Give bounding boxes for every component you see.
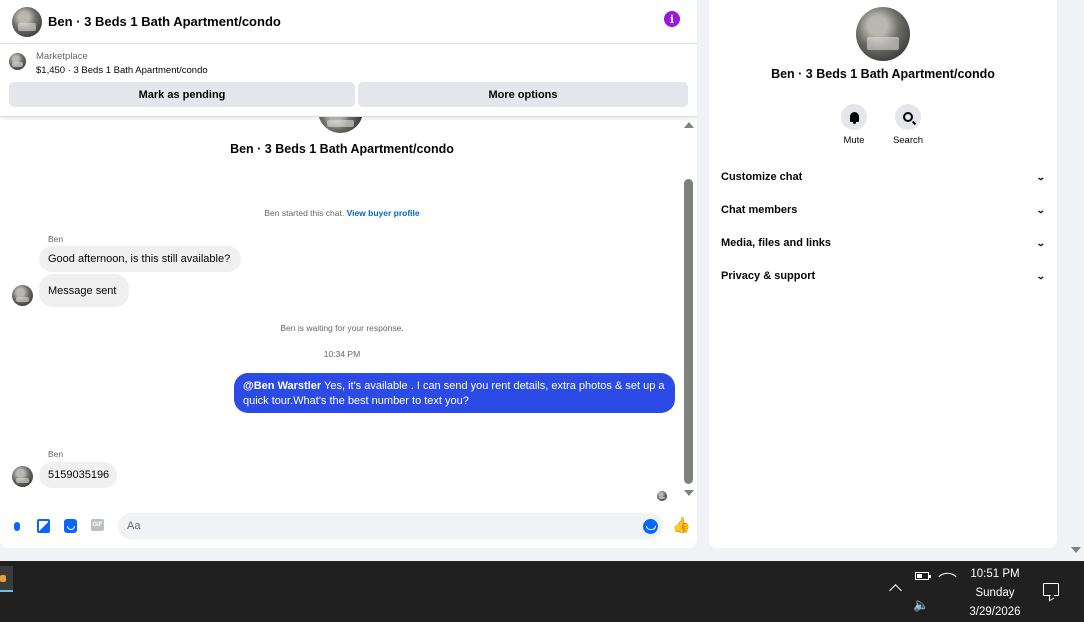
sticker-icon[interactable] bbox=[64, 519, 77, 533]
clock-day: Sunday bbox=[975, 587, 1015, 599]
message-timestamp: 10:34 PM bbox=[323, 349, 361, 359]
volume-icon[interactable]: 🔈 bbox=[913, 597, 929, 613]
show-hidden-icons-icon[interactable] bbox=[889, 584, 902, 597]
seen-receipt-avatar bbox=[657, 491, 667, 501]
section-chat-members[interactable]: Chat members ⌄ bbox=[721, 200, 1047, 220]
photo-icon[interactable] bbox=[37, 519, 50, 533]
profile-avatar[interactable] bbox=[856, 7, 910, 61]
search-icon bbox=[895, 104, 921, 130]
clock[interactable]: 10:51 PM Sunday 3/29/2026 bbox=[957, 565, 1033, 622]
marketplace-bar: Marketplace $1,450 · 3 Beds 1 Bath Apart… bbox=[0, 45, 697, 117]
sender-name: Ben bbox=[48, 234, 64, 244]
section-label: Privacy & support bbox=[721, 270, 816, 282]
sender-name: Ben bbox=[48, 449, 64, 459]
mute-label: Mute bbox=[843, 135, 865, 146]
mute-button[interactable]: Mute bbox=[834, 104, 874, 146]
outgoing-message[interactable]: @Ben Warstler Yes, it's available . I ca… bbox=[234, 373, 675, 413]
chat-panel: Ben · 3 Beds 1 Bath Apartment/condo i Ma… bbox=[0, 0, 697, 548]
taskbar: 🔈 10:51 PM Sunday 3/29/2026 bbox=[0, 561, 1084, 622]
microphone-icon[interactable] bbox=[10, 519, 23, 533]
message-input[interactable]: Aa bbox=[118, 513, 663, 539]
thumbs-up-icon[interactable]: 👍 bbox=[672, 517, 691, 534]
emoji-icon[interactable] bbox=[643, 519, 658, 534]
avatar[interactable] bbox=[12, 6, 42, 37]
incoming-message[interactable]: 5159035196 bbox=[39, 462, 117, 488]
incoming-message[interactable]: Message sent bbox=[39, 274, 129, 307]
chat-started-notice: Ben started this chat. View buyer profil… bbox=[0, 208, 684, 218]
search-button[interactable]: Search bbox=[888, 104, 928, 146]
sender-avatar[interactable] bbox=[12, 466, 33, 487]
more-options-button[interactable]: More options bbox=[358, 82, 688, 107]
clock-time: 10:51 PM bbox=[970, 568, 1020, 580]
chevron-down-icon: ⌄ bbox=[1036, 237, 1047, 248]
taskbar-app-icon[interactable] bbox=[0, 566, 13, 592]
section-media-files-links[interactable]: Media, files and links ⌄ bbox=[721, 233, 1047, 253]
profile-title: Ben · 3 Beds 1 Bath Apartment/condo bbox=[771, 67, 995, 81]
section-privacy-support[interactable]: Privacy & support ⌄ bbox=[721, 266, 1047, 286]
thread-avatar bbox=[318, 117, 363, 133]
waiting-notice: Ben is waiting for your response. bbox=[280, 323, 404, 333]
gif-icon[interactable]: GIF bbox=[91, 519, 104, 531]
search-label: Search bbox=[892, 135, 924, 146]
message-list[interactable]: Ben · 3 Beds 1 Bath Apartment/condo Ben … bbox=[0, 117, 684, 505]
listing-thumbnail[interactable] bbox=[9, 53, 26, 70]
mention[interactable]: @Ben Warstler bbox=[243, 380, 321, 392]
thread-title: Ben · 3 Beds 1 Bath Apartment/condo bbox=[230, 142, 454, 156]
section-label: Customize chat bbox=[721, 171, 803, 183]
section-label: Chat members bbox=[721, 204, 798, 216]
section-label: Media, files and links bbox=[721, 237, 832, 249]
scroll-up-arrow[interactable] bbox=[684, 122, 694, 128]
bell-icon bbox=[841, 104, 867, 130]
composer: GIF Aa 👍 bbox=[0, 508, 697, 548]
page-scroll-down-arrow[interactable] bbox=[1071, 547, 1081, 553]
listing-title[interactable]: $1,450 · 3 Beds 1 Bath Apartment/condo bbox=[36, 65, 208, 76]
section-customize-chat[interactable]: Customize chat ⌄ bbox=[721, 167, 1047, 187]
sender-avatar[interactable] bbox=[12, 285, 33, 306]
chevron-down-icon: ⌄ bbox=[1036, 171, 1047, 182]
incoming-message[interactable]: Good afternoon, is this still available? bbox=[39, 246, 241, 272]
mark-as-pending-button[interactable]: Mark as pending bbox=[9, 82, 355, 107]
clock-date: 3/29/2026 bbox=[969, 606, 1021, 618]
notification-center-icon[interactable] bbox=[1043, 583, 1059, 596]
marketplace-label: Marketplace bbox=[36, 51, 88, 62]
view-buyer-profile-link[interactable]: View buyer profile bbox=[347, 208, 420, 218]
scrollbar-thumb[interactable] bbox=[684, 179, 693, 484]
scrollbar[interactable] bbox=[683, 117, 695, 505]
chat-info-panel: Ben · 3 Beds 1 Bath Apartment/condo Mute… bbox=[709, 0, 1057, 548]
chat-header: Ben · 3 Beds 1 Bath Apartment/condo i bbox=[0, 0, 697, 44]
network-icon[interactable] bbox=[938, 567, 957, 586]
chevron-down-icon: ⌄ bbox=[1036, 204, 1047, 215]
chat-title[interactable]: Ben · 3 Beds 1 Bath Apartment/condo bbox=[48, 14, 281, 29]
battery-icon[interactable] bbox=[915, 572, 931, 580]
chevron-down-icon: ⌄ bbox=[1036, 270, 1047, 281]
info-icon[interactable]: i bbox=[664, 11, 680, 27]
chat-started-text: Ben started this chat. bbox=[264, 208, 345, 218]
scroll-down-arrow[interactable] bbox=[684, 490, 694, 496]
